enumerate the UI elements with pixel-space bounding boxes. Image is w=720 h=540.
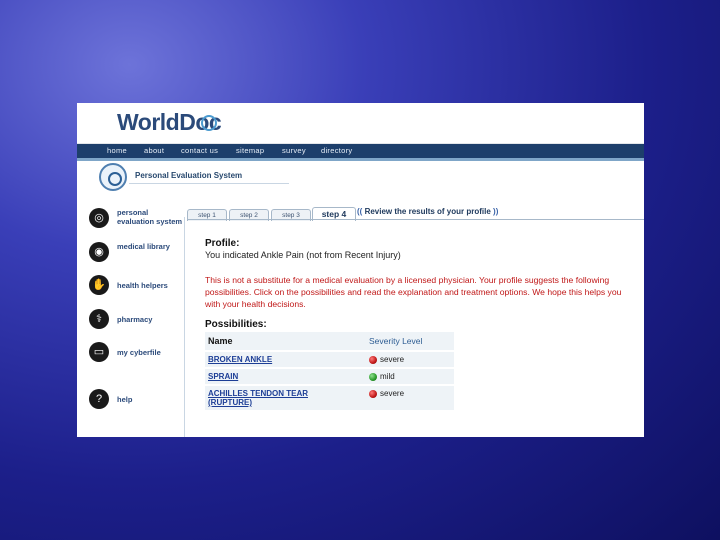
possibilities-heading: Possibilities: (205, 319, 267, 330)
nav-survey[interactable]: survey (282, 146, 306, 155)
tab-underline (187, 219, 644, 220)
logo-emblem-icon (201, 115, 217, 131)
left-chevrons-icon: (( (357, 207, 363, 216)
severity-dot-icon (369, 372, 377, 381)
severity-dot-icon (369, 389, 377, 398)
pharmacy-icon: ⚕ (89, 309, 109, 329)
sidebar-item-label: medical library (117, 242, 170, 251)
nav-home[interactable]: home (107, 146, 127, 155)
nav-sitemap[interactable]: sitemap (236, 146, 264, 155)
library-icon: ◉ (89, 242, 109, 262)
severity-label: mild (380, 372, 395, 381)
severity-label: severe (380, 389, 405, 398)
pes-title: Personal Evaluation System (135, 171, 243, 180)
profile-heading: Profile: (205, 238, 240, 249)
column-header-severity: Severity Level (369, 336, 423, 346)
nav-about[interactable]: about (144, 146, 164, 155)
sidebar-item-label: pharmacy (117, 315, 153, 324)
disclaimer-text: This is not a substitute for a medical e… (205, 275, 622, 309)
possibility-name[interactable]: ACHILLES TENDON TEAR (208, 389, 308, 398)
possibility-link[interactable]: BROKEN ANKLE (205, 350, 366, 368)
sidebar-item-label: help (117, 395, 133, 404)
help-icon: ? (89, 389, 109, 409)
cyberfile-icon: ▭ (89, 342, 109, 362)
possibility-name[interactable]: BROKEN ANKLE (208, 355, 272, 364)
profile-text: You indicated Ankle Pain (not from Recen… (205, 250, 401, 260)
evaluation-icon: ◎ (89, 208, 109, 228)
right-chevrons-icon: )) (493, 207, 499, 216)
review-text: Review the results of your profile (364, 207, 491, 216)
severity-cell: mild (366, 367, 454, 385)
severity-dot-icon (369, 355, 377, 364)
table-header-row: Name Severity Level (205, 332, 454, 351)
possibilities-table: Name Severity Level BROKEN ANKLE severe … (205, 332, 454, 410)
severity-cell: severe (366, 384, 454, 410)
header: WorldDoc (77, 103, 644, 144)
pes-divider (129, 183, 289, 184)
table-row: BROKEN ANKLE severe (205, 350, 454, 368)
hand-icon: ✋ (89, 275, 109, 295)
sidebar-item-label: health helpers (117, 281, 168, 290)
severity-cell: severe (366, 350, 454, 368)
pes-logo-icon (99, 163, 127, 191)
table-row: SPRAIN mild (205, 367, 454, 385)
screenshot-panel: WorldDoc home about contact us sitemap s… (77, 103, 644, 437)
review-results-label: (( Review the results of your profile )) (357, 207, 498, 216)
top-navigation: home about contact us sitemap survey dir… (77, 144, 644, 158)
sidebar-item-label: my cyberfile (117, 348, 161, 357)
sidebar-item-label: personal evaluation system (117, 208, 183, 226)
results-content: Profile: You indicated Ankle Pain (not f… (205, 238, 635, 410)
possibility-name-extra[interactable]: (RUPTURE) (208, 398, 252, 407)
column-header-name: Name (208, 336, 233, 346)
table-row: ACHILLES TENDON TEAR (RUPTURE) severe (205, 384, 454, 410)
possibility-link[interactable]: SPRAIN (205, 367, 366, 385)
severity-label: severe (380, 355, 405, 364)
nav-contact-us[interactable]: contact us (181, 146, 218, 155)
nav-directory[interactable]: directory (321, 146, 352, 155)
content-divider (184, 217, 185, 437)
possibility-link[interactable]: ACHILLES TENDON TEAR (RUPTURE) (205, 384, 366, 410)
nav-divider (77, 158, 644, 161)
possibility-name[interactable]: SPRAIN (208, 372, 238, 381)
